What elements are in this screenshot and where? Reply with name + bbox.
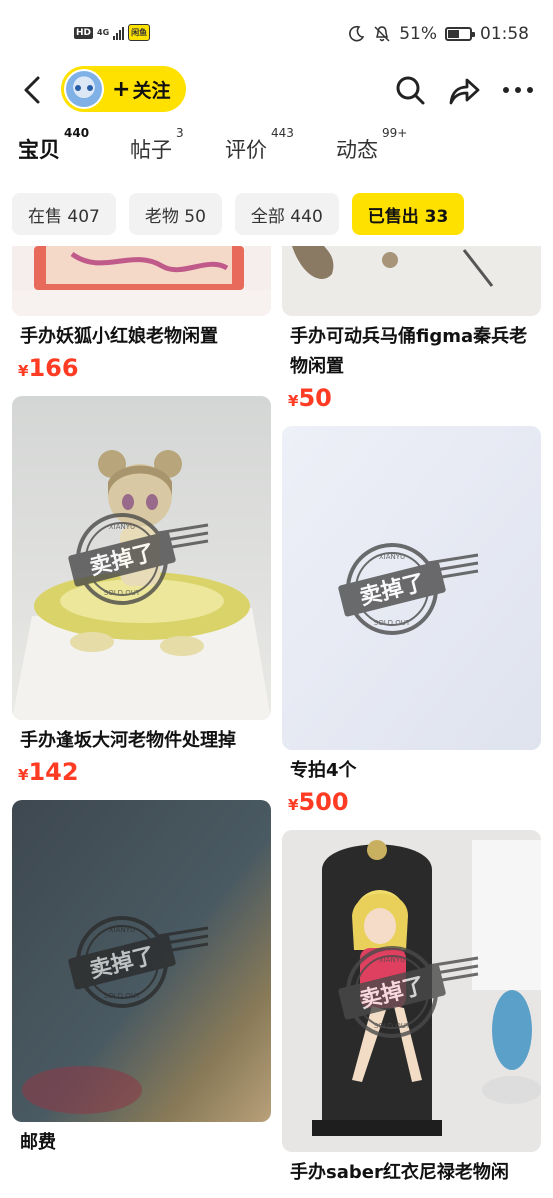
sold-out-stamp: 卖掉了 XIANYU SOLD OUT [337,543,478,635]
tab-count: 440 [64,126,90,140]
price-value: 166 [28,354,79,382]
item-photo[interactable]: 卖掉了 XIANYU SOLD OUT [282,426,541,750]
item-price: ¥166 [12,354,271,382]
item-title[interactable]: 手办可动兵马俑figma秦兵老物闲置 [282,322,541,382]
clock: 01:58 [480,24,529,44]
tab-reviews[interactable]: 评价 443 [225,126,294,164]
follow-button[interactable]: + 关注 [61,66,186,112]
item-price: ¥500 [282,788,541,816]
stamp-bottom-text: SOLD OUT [373,619,410,627]
item-photo[interactable] [12,246,271,316]
signal-icon [113,26,125,40]
item-photo[interactable]: 卖掉了 XIANYU SOLD OUT [12,800,271,1122]
profile-tabs: 宝贝 440 帖子 3 评价 443 动态 99+ [0,126,553,178]
item-title[interactable]: 专拍4个 [282,756,541,786]
moon-icon [349,25,365,42]
stamp-top-text: XIANYU [378,553,404,561]
tab-items[interactable]: 宝贝 440 [18,126,89,165]
currency-symbol: ¥ [18,766,29,784]
item-photo[interactable]: 卖掉了 XIANYU SOLD OUT [282,830,541,1152]
item-feed[interactable]: 手办妖狐小红娘老物闲置 ¥166 卖掉了 XIANYU SOLD OUT 手办逢… [0,246,553,1198]
filter-sold[interactable]: 已售出 33 [351,193,465,235]
tab-posts[interactable]: 帖子 3 [130,126,184,164]
tab-count: 99+ [382,126,408,140]
item-photo[interactable]: 卖掉了 XIANYU SOLD OUT [12,396,271,720]
currency-symbol: ¥ [288,392,299,410]
item-card[interactable]: 手办可动兵马俑figma秦兵老物闲置 ¥50 [282,246,541,412]
item-photo[interactable] [282,246,541,316]
sold-out-stamp: 卖掉了 XIANYU SOLD OUT [337,946,478,1038]
item-price: ¥142 [12,758,271,786]
sold-out-stamp: 卖掉了 XIANYU SOLD OUT [67,916,208,1008]
stamp-top-text: XIANYU [108,523,134,531]
top-nav: + 关注 [0,66,553,114]
stamp-top-text: XIANYU [378,956,404,964]
filter-all[interactable]: 全部 440 [234,193,339,235]
tab-label: 动态 [336,138,378,162]
tab-label: 评价 [225,138,267,162]
price-value: 500 [298,788,349,816]
currency-symbol: ¥ [18,362,29,380]
follow-label: 关注 [132,79,171,102]
item-card[interactable]: 卖掉了 XIANYU SOLD OUT 专拍4个 ¥500 [282,426,541,816]
stamp-top-text: XIANYU [108,926,134,934]
battery-percent: 51% [399,24,437,44]
search-icon[interactable] [392,72,428,108]
tab-count: 3 [176,126,184,140]
back-arrow-icon[interactable] [18,72,50,108]
stamp-bottom-text: SOLD OUT [103,992,140,1000]
status-bar: HD 4G 闲鱼 51% 01:58 [0,0,553,66]
sold-out-stamp: 卖掉了 XIANYU SOLD OUT [67,513,208,605]
feed-column-left: 手办妖狐小红娘老物闲置 ¥166 卖掉了 XIANYU SOLD OUT 手办逢… [12,246,271,1158]
stamp-bottom-text: SOLD OUT [103,589,140,597]
mute-bell-icon [374,26,390,42]
item-card[interactable]: 卖掉了 XIANYU SOLD OUT 手办逢坂大河老物件处理掉 ¥142 [12,396,271,786]
status-left: HD 4G 闲鱼 [74,24,151,41]
tab-label: 宝贝 [18,138,60,162]
currency-symbol: ¥ [288,796,299,814]
tab-label: 帖子 [130,138,172,162]
filter-chips: 在售 407 老物 50 全部 440 已售出 33 [12,193,465,235]
item-card[interactable]: 手办妖狐小红娘老物闲置 ¥166 [12,246,271,382]
filter-on-sale[interactable]: 在售 407 [12,193,116,235]
plus-icon: + [112,76,131,102]
tab-count: 443 [271,126,294,140]
feed-column-right: 手办可动兵马俑figma秦兵老物闲置 ¥50 卖掉了 XIANYU SOLD O… [282,246,541,1188]
item-title[interactable]: 手办妖狐小红娘老物闲置 [12,322,271,352]
price-value: 142 [28,758,79,786]
item-title[interactable]: 手办逢坂大河老物件处理掉 [12,726,271,756]
item-title[interactable]: 手办saber红衣尼禄老物闲 [282,1158,541,1188]
item-card[interactable]: 卖掉了 XIANYU SOLD OUT 手办saber红衣尼禄老物闲 [282,830,541,1188]
hd-badge: HD [74,26,94,39]
battery-icon [445,27,475,41]
app-badge-icon: 闲鱼 [128,24,151,41]
filter-vintage[interactable]: 老物 50 [128,193,222,235]
price-value: 50 [298,384,332,412]
item-price: ¥50 [282,384,541,412]
network-indicator: 4G [97,27,110,37]
tab-activity[interactable]: 动态 99+ [336,126,407,164]
status-right: 51% 01:58 [347,24,529,44]
item-title[interactable]: 邮费 [12,1128,271,1158]
item-card[interactable]: 卖掉了 XIANYU SOLD OUT 邮费 [12,800,271,1158]
avatar[interactable] [64,69,104,109]
more-icon[interactable] [500,72,536,108]
share-icon[interactable] [446,72,482,108]
stamp-bottom-text: SOLD OUT [373,1022,410,1030]
